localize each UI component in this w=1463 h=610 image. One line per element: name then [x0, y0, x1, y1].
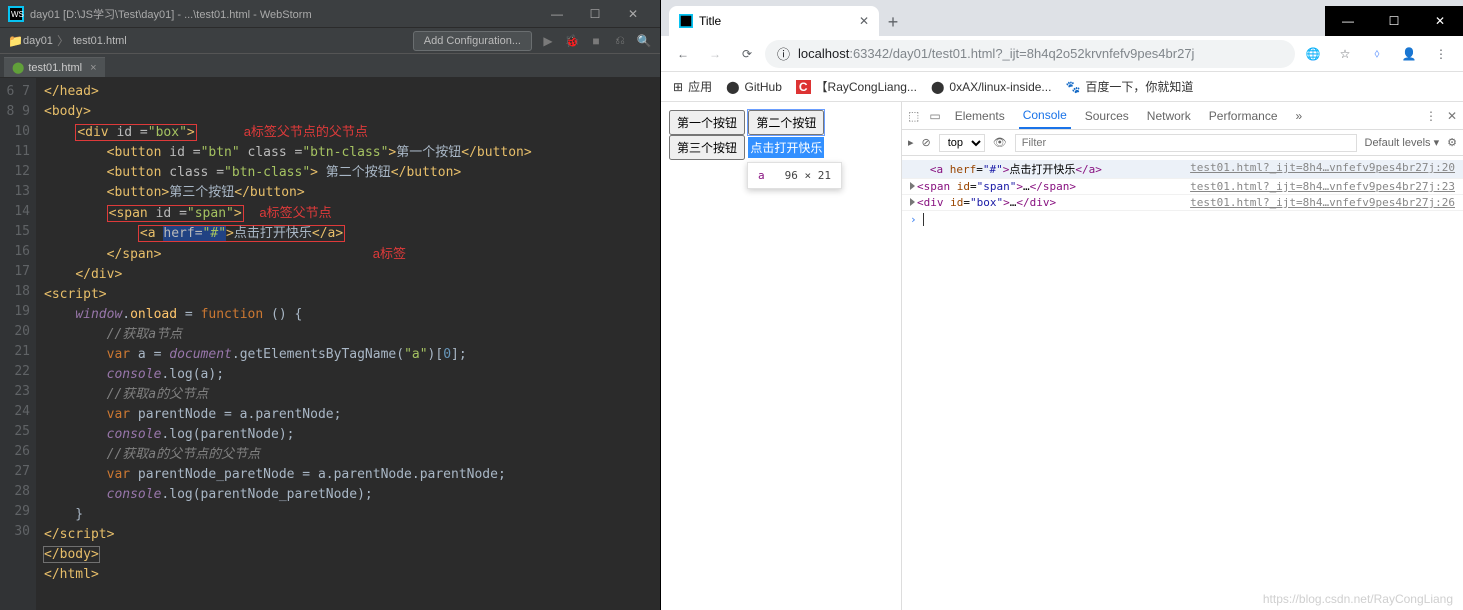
folder-icon: 📁 — [8, 34, 23, 48]
source-link[interactable]: test01.html?_ijt=8h4…vnfefv9pes4br27j:26 — [1190, 196, 1455, 209]
console-row[interactable]: <div id="box">…</div> test01.html?_ijt=8… — [902, 195, 1463, 211]
baidu-icon: 🐾 — [1065, 80, 1080, 94]
tab-title: Title — [699, 14, 721, 28]
page-content: 第一个按钮 第二个按钮 第三个按钮 点击打开快乐 a 96 × 21 — [661, 102, 901, 610]
github-icon: ⬤ — [931, 80, 944, 94]
button-3[interactable]: 第三个按钮 — [669, 135, 745, 160]
bookmarks-bar: ⊞应用 ⬤GitHub C【RayCongLiang... ⬤0xAX/linu… — [661, 72, 1463, 102]
close-tab-icon[interactable]: ✕ — [859, 14, 869, 28]
watermark: https://blog.csdn.net/RayCongLiang — [1263, 592, 1453, 606]
webstorm-icon: WS — [8, 6, 24, 22]
html-file-icon: ⬤ — [12, 61, 24, 74]
star-icon[interactable]: ☆ — [1331, 40, 1359, 68]
apps-icon: ⊞ — [673, 80, 683, 94]
tab-label: test01.html — [28, 62, 82, 74]
stop-icon[interactable]: ■ — [588, 34, 604, 48]
console-output: <a herf="#">点击打开快乐</a> test01.html?_ijt=… — [902, 156, 1463, 610]
filter-input[interactable] — [1015, 134, 1357, 152]
webstorm-titlebar: WS day01 [D:\JS学习\Test\day01] - ...\test… — [0, 0, 660, 28]
console-prompt[interactable]: › — [902, 211, 1463, 228]
device-icon[interactable]: ▭ — [929, 109, 940, 123]
clear-icon[interactable]: ⊘ — [922, 136, 931, 149]
apps-button[interactable]: ⊞应用 — [673, 78, 712, 95]
annotation: a标签 — [373, 246, 406, 261]
min-button[interactable]: — — [538, 7, 576, 21]
close-button[interactable]: ✕ — [1417, 6, 1463, 36]
browser-tab[interactable]: Title ✕ — [669, 6, 879, 36]
debug-icon[interactable]: 🐞 — [564, 34, 580, 48]
info-icon[interactable]: ⓘ — [777, 44, 790, 63]
more-tabs-icon[interactable]: » — [1292, 109, 1307, 123]
devtools-menu-icon[interactable]: ⋮ — [1425, 109, 1437, 123]
new-tab-button[interactable]: + — [879, 8, 907, 36]
translate-icon[interactable]: 🌐 — [1299, 40, 1327, 68]
csdn-icon: C — [796, 80, 811, 94]
gutter: 6 7 8 9 10 11 12 13 14 15 16 17 18 19 20… — [0, 78, 36, 610]
annotation: a标签父节点 — [259, 205, 331, 220]
inspect-icon[interactable]: ⬚ — [908, 109, 919, 123]
search-icon[interactable]: 🔍 — [636, 34, 652, 48]
code-area[interactable]: </head> <body> <div id ="box"> a标签父节点的父节… — [36, 78, 660, 610]
extension-icon[interactable]: ⬨ — [1363, 40, 1391, 68]
profile-icon[interactable]: 👤 — [1395, 40, 1423, 68]
bookmark-github[interactable]: ⬤GitHub — [726, 80, 782, 94]
url-field[interactable]: ⓘ localhost:63342/day01/test01.html?_ijt… — [765, 40, 1295, 68]
address-bar: ← → ⟳ ⓘ localhost:63342/day01/test01.htm… — [661, 36, 1463, 72]
svg-text:WS: WS — [11, 10, 24, 19]
window-title: day01 [D:\JS学习\Test\day01] - ...\test01.… — [30, 6, 538, 22]
devtools: ⬚ ▭ Elements Console Sources Network Per… — [901, 102, 1463, 610]
vcs-icon[interactable]: ⎌ — [612, 33, 628, 48]
chrome-window: Title ✕ + — ☐ ✕ ← → ⟳ ⓘ localhost:63342/… — [660, 0, 1463, 610]
window-controls: — ☐ ✕ — [1325, 6, 1463, 36]
reload-button[interactable]: ⟳ — [733, 40, 761, 68]
tab-performance[interactable]: Performance — [1205, 109, 1282, 123]
element-tooltip: a 96 × 21 — [747, 162, 842, 189]
menu-icon[interactable]: ⋮ — [1427, 40, 1455, 68]
bookmark-baidu[interactable]: 🐾百度一下，你就知道 — [1065, 78, 1193, 95]
console-row[interactable]: <a herf="#">点击打开快乐</a> test01.html?_ijt=… — [902, 160, 1463, 179]
sidebar-icon[interactable]: ▸ — [908, 136, 914, 149]
run-icon[interactable]: ▶ — [540, 34, 556, 48]
browser-body: 第一个按钮 第二个按钮 第三个按钮 点击打开快乐 a 96 × 21 ⬚ ▭ E… — [661, 102, 1463, 610]
code-editor[interactable]: 6 7 8 9 10 11 12 13 14 15 16 17 18 19 20… — [0, 78, 660, 610]
tab-console[interactable]: Console — [1019, 108, 1071, 129]
breadcrumb-file[interactable]: test01.html — [73, 35, 127, 47]
button-1[interactable]: 第一个按钮 — [669, 110, 745, 135]
link-selected[interactable]: 点击打开快乐 — [748, 137, 824, 158]
settings-icon[interactable]: ⚙ — [1447, 136, 1457, 149]
chrome-tabstrip: Title ✕ + — ☐ ✕ — [661, 0, 1463, 36]
webstorm-window: WS day01 [D:\JS学习\Test\day01] - ...\test… — [0, 0, 660, 610]
max-button[interactable]: ☐ — [576, 7, 614, 21]
annotation: a标签父节点的父节点 — [244, 124, 368, 139]
github-icon: ⬤ — [726, 80, 739, 94]
close-button[interactable]: ✕ — [614, 7, 652, 21]
button-2[interactable]: 第二个按钮 — [748, 110, 824, 135]
back-button[interactable]: ← — [669, 40, 697, 68]
devtools-tabs: ⬚ ▭ Elements Console Sources Network Per… — [902, 102, 1463, 130]
levels-select[interactable]: Default levels ▾ — [1365, 136, 1440, 149]
console-row[interactable]: <span id="span">…</span> test01.html?_ij… — [902, 179, 1463, 195]
close-tab-icon[interactable]: × — [90, 62, 96, 74]
tab-network[interactable]: Network — [1143, 109, 1195, 123]
tab-elements[interactable]: Elements — [951, 109, 1009, 123]
max-button[interactable]: ☐ — [1371, 6, 1417, 36]
source-link[interactable]: test01.html?_ijt=8h4…vnfefv9pes4br27j:23 — [1190, 180, 1455, 193]
bookmark-linux[interactable]: ⬤0xAX/linux-inside... — [931, 80, 1051, 94]
bookmark-ray[interactable]: C【RayCongLiang... — [796, 78, 917, 95]
source-link[interactable]: test01.html?_ijt=8h4…vnfefv9pes4br27j:20 — [1190, 161, 1455, 177]
devtools-close-icon[interactable]: ✕ — [1447, 109, 1457, 123]
forward-button[interactable]: → — [701, 40, 729, 68]
editor-tabs: ⬤ test01.html × — [0, 54, 660, 78]
breadcrumb-folder[interactable]: day01 — [23, 35, 53, 47]
favicon-icon — [679, 14, 693, 28]
context-select[interactable]: top — [939, 134, 985, 152]
min-button[interactable]: — — [1325, 6, 1371, 36]
add-configuration-button[interactable]: Add Configuration... — [413, 31, 532, 51]
console-toolbar: ▸ ⊘ top 👁 Default levels ▾ ⚙ — [902, 130, 1463, 156]
editor-tab[interactable]: ⬤ test01.html × — [4, 57, 105, 77]
eye-icon[interactable]: 👁 — [993, 136, 1007, 149]
breadcrumb-bar: 📁 day01 〉 test01.html Add Configuration.… — [0, 28, 660, 54]
tab-sources[interactable]: Sources — [1081, 109, 1133, 123]
